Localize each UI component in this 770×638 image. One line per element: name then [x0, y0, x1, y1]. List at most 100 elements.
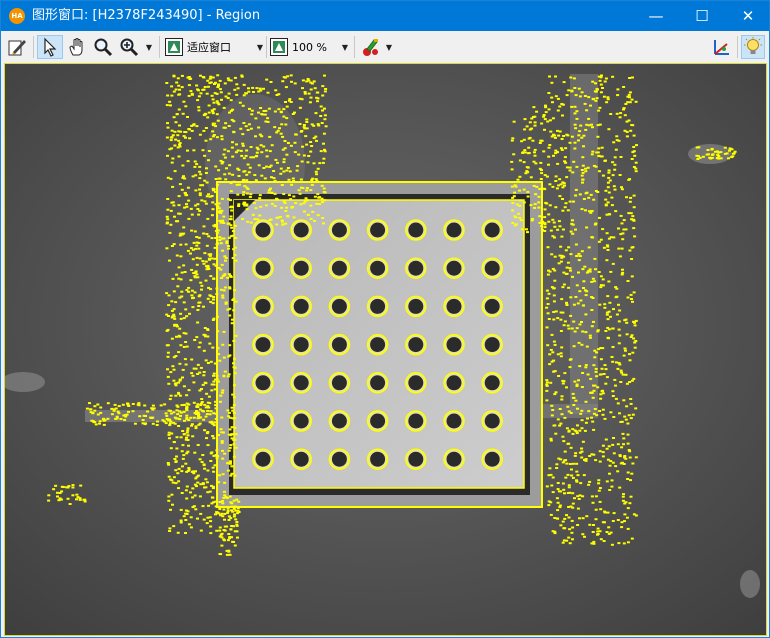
maximize-button[interactable]: ☐	[679, 1, 725, 31]
region-pixel	[284, 210, 288, 212]
region-pixel	[622, 219, 626, 222]
region-pixel	[210, 389, 214, 392]
region-pixel	[544, 111, 548, 114]
region-pixel	[181, 112, 185, 115]
fit-window-dropdown-arrow[interactable]: ▼	[254, 35, 266, 59]
region-pixel	[571, 392, 575, 395]
image-canvas[interactable]	[4, 63, 767, 636]
region-pixel	[559, 318, 563, 321]
magnify-tool-button[interactable]	[91, 35, 115, 59]
region-pixel	[545, 175, 549, 178]
region-pixel	[587, 483, 591, 486]
region-pixel	[170, 300, 174, 303]
region-pixel	[184, 194, 188, 197]
zoom-in-tool-button[interactable]	[117, 35, 141, 59]
region-pixel	[210, 94, 214, 97]
region-pixel	[538, 142, 542, 144]
region-pixel	[230, 525, 234, 527]
region-pixel	[177, 139, 181, 142]
region-pixel	[573, 112, 577, 115]
region-pixel	[576, 424, 579, 427]
region-pixel	[323, 150, 327, 153]
region-pixel	[223, 173, 227, 176]
region-pixel	[266, 91, 270, 94]
region-pixel	[184, 519, 188, 521]
region-pixel	[545, 379, 549, 382]
region-pixel	[552, 287, 556, 290]
edit-tool-button[interactable]	[5, 35, 29, 59]
region-pixel	[578, 130, 582, 133]
region-pixel	[211, 208, 215, 211]
region-pixel	[214, 165, 218, 168]
region-pixel	[193, 291, 197, 294]
fit-window-combo[interactable]: 适应窗口	[164, 35, 260, 59]
zoom-dropdown-arrow[interactable]: ▼	[143, 35, 155, 59]
region-pixel	[630, 218, 634, 221]
region-pixel	[618, 412, 621, 415]
paint-icon	[363, 39, 378, 56]
region-pixel	[234, 518, 238, 521]
region-pixel	[180, 233, 184, 236]
region-pixel	[246, 220, 250, 223]
region-pixel	[212, 412, 216, 415]
region-pixel	[575, 117, 579, 120]
pan-tool-button[interactable]	[65, 35, 89, 59]
region-pixel	[591, 297, 595, 299]
region-pixel	[552, 133, 555, 136]
region-pixel	[229, 206, 233, 209]
region-pixel	[268, 150, 272, 153]
region-pixel	[170, 129, 174, 132]
region-pixel	[606, 181, 610, 184]
zoom-combo[interactable]: 100 %	[269, 35, 339, 59]
region-pixel	[172, 204, 176, 207]
region-pixel	[238, 101, 242, 104]
region-pixel	[606, 336, 610, 339]
region-pixel	[559, 147, 563, 150]
region-pixel	[151, 422, 155, 425]
region-pixel	[298, 123, 302, 125]
region-pixel	[208, 342, 212, 345]
region-pixel	[167, 382, 171, 385]
region-pixel	[200, 409, 204, 412]
region-pixel	[66, 497, 70, 500]
region-pixel	[583, 265, 587, 268]
bulb-tool-button[interactable]	[741, 35, 765, 59]
zoom-value-dropdown-arrow[interactable]: ▼	[339, 35, 351, 59]
region-pixel	[601, 174, 605, 177]
region-pixel	[220, 263, 224, 266]
region-pixel	[548, 144, 552, 146]
region-pixel	[270, 192, 274, 194]
region-pixel	[249, 181, 253, 184]
region-pixel	[216, 119, 220, 122]
region-pixel	[166, 198, 170, 200]
region-pixel	[518, 189, 522, 192]
region-pixel	[197, 413, 201, 416]
paint-dropdown-arrow[interactable]: ▼	[383, 35, 395, 59]
region-pixel	[608, 489, 612, 491]
region-pixel	[594, 459, 598, 462]
region-pixel	[618, 174, 622, 176]
region-pixel	[587, 246, 591, 249]
region-pixel	[221, 449, 224, 452]
pointer-tool-button[interactable]	[37, 35, 63, 59]
region-pixel	[597, 147, 601, 150]
region-pixel	[200, 398, 204, 400]
axes-tool-button[interactable]	[709, 35, 733, 59]
paint-tool-button[interactable]	[359, 35, 383, 59]
title-bar[interactable]: HA 图形窗口: [H2378F243490] - Region — ☐ ✕	[1, 1, 769, 31]
region-pixel	[228, 314, 232, 317]
region-pixel	[54, 484, 58, 487]
region-pixel	[538, 188, 542, 190]
close-button[interactable]: ✕	[725, 1, 770, 31]
region-pixel	[202, 464, 206, 467]
region-pixel	[98, 422, 101, 425]
minimize-button[interactable]: —	[633, 1, 679, 31]
region-pixel	[182, 515, 186, 518]
region-pixel	[534, 162, 538, 165]
region-pixel	[206, 444, 210, 447]
region-pixel	[185, 402, 189, 405]
region-pixel	[192, 272, 196, 275]
region-pixel	[559, 524, 563, 527]
region-pixel	[574, 452, 578, 455]
region-pixel	[310, 183, 314, 186]
